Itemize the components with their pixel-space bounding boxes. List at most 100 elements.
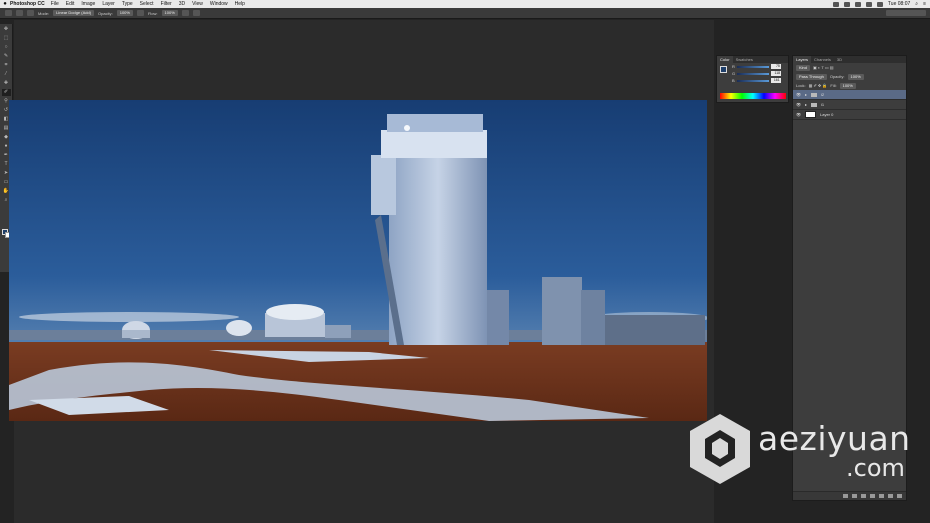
color-panel-foreground-swatch[interactable] bbox=[720, 66, 727, 73]
opacity-field[interactable]: 100% bbox=[116, 10, 133, 16]
apple-menu-icon[interactable]: ● bbox=[0, 1, 10, 7]
red-row: R 75 bbox=[717, 63, 788, 70]
blue-value[interactable]: 161 bbox=[770, 78, 781, 83]
layer-row[interactable]: 👁 Layer 0 bbox=[793, 110, 906, 120]
watermark-logo-icon bbox=[690, 414, 750, 484]
new-layer-icon[interactable] bbox=[888, 494, 893, 498]
mode-label: Mode: bbox=[38, 10, 50, 16]
layer-name[interactable]: i2 bbox=[821, 92, 824, 97]
quick-select-tool-icon[interactable]: ✎ bbox=[2, 53, 11, 60]
status-area: Tue 08:07 ⌕ ≡ bbox=[832, 0, 926, 8]
airbrush-icon[interactable] bbox=[181, 10, 189, 16]
visibility-eye-icon[interactable]: 👁 bbox=[796, 92, 801, 97]
new-group-icon[interactable] bbox=[879, 494, 884, 498]
opacity-label: Opacity: bbox=[98, 10, 113, 16]
expand-arrow-icon[interactable]: ▸ bbox=[805, 102, 807, 107]
filter-icons[interactable]: ▣ ◐ T ▭ ▤ bbox=[813, 65, 834, 70]
expand-arrow-icon[interactable]: ▸ bbox=[805, 92, 807, 97]
healing-tool-icon[interactable]: ✚ bbox=[2, 80, 11, 87]
status-icon[interactable] bbox=[832, 1, 839, 7]
list-icon[interactable]: ≡ bbox=[923, 1, 926, 7]
status-icon[interactable] bbox=[854, 1, 861, 7]
group-folder-icon bbox=[811, 102, 818, 107]
watermark-domain: .com bbox=[846, 454, 905, 482]
layer-name[interactable]: Layer 0 bbox=[820, 112, 833, 117]
layers-footer bbox=[793, 491, 906, 500]
wifi-icon[interactable] bbox=[865, 1, 872, 7]
tab-swatches[interactable]: Swatches bbox=[733, 56, 756, 63]
status-icon[interactable] bbox=[843, 1, 850, 7]
options-bar: Mode: Linear Dodge (Add) Opacity: 100% F… bbox=[0, 8, 930, 19]
workspace-switcher[interactable] bbox=[886, 10, 926, 16]
menu-view[interactable]: View bbox=[192, 1, 203, 7]
color-spectrum-bar[interactable] bbox=[720, 93, 786, 99]
menu-window[interactable]: Window bbox=[210, 1, 228, 7]
blue-slider[interactable] bbox=[736, 79, 769, 82]
flow-field[interactable]: 100% bbox=[161, 10, 178, 16]
menu-edit[interactable]: Edit bbox=[66, 1, 75, 7]
fill-field[interactable]: 100% bbox=[839, 82, 856, 89]
green-slider[interactable] bbox=[737, 72, 770, 75]
menu-type[interactable]: Type bbox=[122, 1, 133, 7]
mode-dropdown[interactable]: Linear Dodge (Add) bbox=[53, 10, 95, 16]
pressure-opacity-icon[interactable] bbox=[136, 10, 144, 16]
blue-row: B 161 bbox=[717, 77, 788, 84]
lock-icons[interactable]: ▦ ✐ ✥ 🔒 bbox=[809, 83, 828, 88]
brush-preset-icon[interactable] bbox=[5, 10, 12, 16]
visibility-eye-icon[interactable]: 👁 bbox=[796, 102, 801, 107]
clock[interactable]: Tue 08:07 bbox=[888, 1, 910, 7]
layer-opacity-label: Opacity: bbox=[829, 74, 845, 79]
color-panel: Color Swatches R 75 G 118 B 161 bbox=[716, 55, 789, 103]
crop-tool-icon[interactable]: ⌗ bbox=[2, 62, 11, 69]
flag-icon[interactable] bbox=[876, 1, 883, 7]
tab-channels[interactable]: Channels bbox=[811, 56, 834, 63]
tab-layers[interactable]: Layers bbox=[793, 56, 812, 63]
adjustment-layer-icon[interactable] bbox=[870, 494, 875, 498]
delete-layer-icon[interactable] bbox=[897, 494, 902, 498]
flow-label: Flow: bbox=[147, 10, 158, 16]
filter-row: Kind ▣ ◐ T ▭ ▤ bbox=[793, 63, 906, 72]
watermark-text: aeziyuan bbox=[758, 419, 911, 458]
tab-color[interactable]: Color bbox=[717, 56, 733, 63]
blend-row: Pass Through Opacity: 100% bbox=[793, 72, 906, 81]
green-label: G bbox=[732, 71, 736, 76]
kind-filter-dropdown[interactable]: Kind bbox=[796, 64, 811, 71]
search-icon[interactable]: ⌕ bbox=[915, 1, 918, 7]
menu-filter[interactable]: Filter bbox=[161, 1, 172, 7]
brush-panel-icon[interactable] bbox=[27, 10, 34, 16]
menu-3d[interactable]: 3D bbox=[179, 1, 185, 7]
menu-file[interactable]: File bbox=[51, 1, 59, 7]
link-layers-icon[interactable] bbox=[843, 494, 848, 498]
pressure-size-icon[interactable] bbox=[192, 10, 200, 16]
menu-layer[interactable]: Layer bbox=[102, 1, 115, 7]
brush-size-icon[interactable] bbox=[16, 10, 23, 16]
group-folder-icon bbox=[811, 92, 818, 97]
green-row: G 118 bbox=[717, 70, 788, 77]
menu-image[interactable]: Image bbox=[81, 1, 95, 7]
move-tool-icon[interactable]: ✥ bbox=[2, 26, 11, 33]
visibility-eye-icon[interactable]: 👁 bbox=[796, 112, 801, 117]
blue-label: B bbox=[732, 78, 735, 83]
menu-help[interactable]: Help bbox=[235, 1, 245, 7]
layer-name[interactable]: i1 bbox=[821, 102, 824, 107]
red-slider[interactable] bbox=[736, 65, 769, 68]
observatory-painting bbox=[9, 100, 707, 421]
layer-opacity-field[interactable]: 100% bbox=[847, 73, 864, 80]
blend-mode-dropdown[interactable]: Pass Through bbox=[796, 73, 827, 80]
brush-tool-icon[interactable]: ✐ bbox=[1, 89, 11, 96]
layer-thumbnail bbox=[805, 111, 816, 118]
mac-menubar: ● Photoshop CC File Edit Image Layer Typ… bbox=[0, 0, 930, 8]
canvas-painting[interactable] bbox=[9, 100, 707, 421]
eyedropper-tool-icon[interactable]: ⁄ bbox=[2, 71, 11, 78]
layer-style-icon[interactable] bbox=[852, 494, 857, 498]
red-value[interactable]: 75 bbox=[770, 64, 781, 69]
green-value[interactable]: 118 bbox=[771, 71, 782, 76]
app-menu[interactable]: Photoshop CC bbox=[10, 1, 45, 7]
layer-row[interactable]: 👁 ▸ i1 bbox=[793, 100, 906, 110]
layer-row[interactable]: 👁 ▸ i2 bbox=[793, 90, 906, 100]
menu-select[interactable]: Select bbox=[140, 1, 154, 7]
marquee-tool-icon[interactable]: ⬚ bbox=[2, 35, 11, 42]
tab-3d[interactable]: 3D bbox=[834, 56, 845, 63]
lasso-tool-icon[interactable]: ○ bbox=[2, 44, 11, 51]
add-mask-icon[interactable] bbox=[861, 494, 866, 498]
